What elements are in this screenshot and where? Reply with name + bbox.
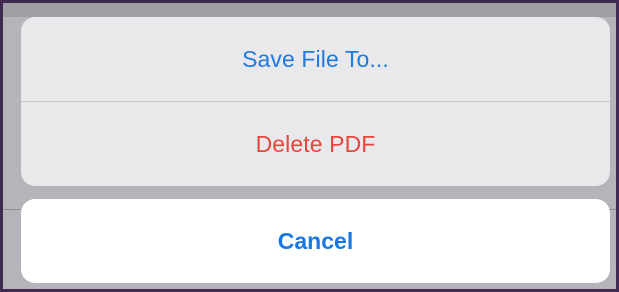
save-file-to-button[interactable]: Save File To... [21,17,610,101]
window-frame-left [0,0,3,292]
action-sheet-group: Save File To... Delete PDF [21,17,610,186]
dimmed-backdrop [3,3,616,17]
cancel-button[interactable]: Cancel [21,199,610,283]
delete-pdf-button[interactable]: Delete PDF [21,102,610,186]
